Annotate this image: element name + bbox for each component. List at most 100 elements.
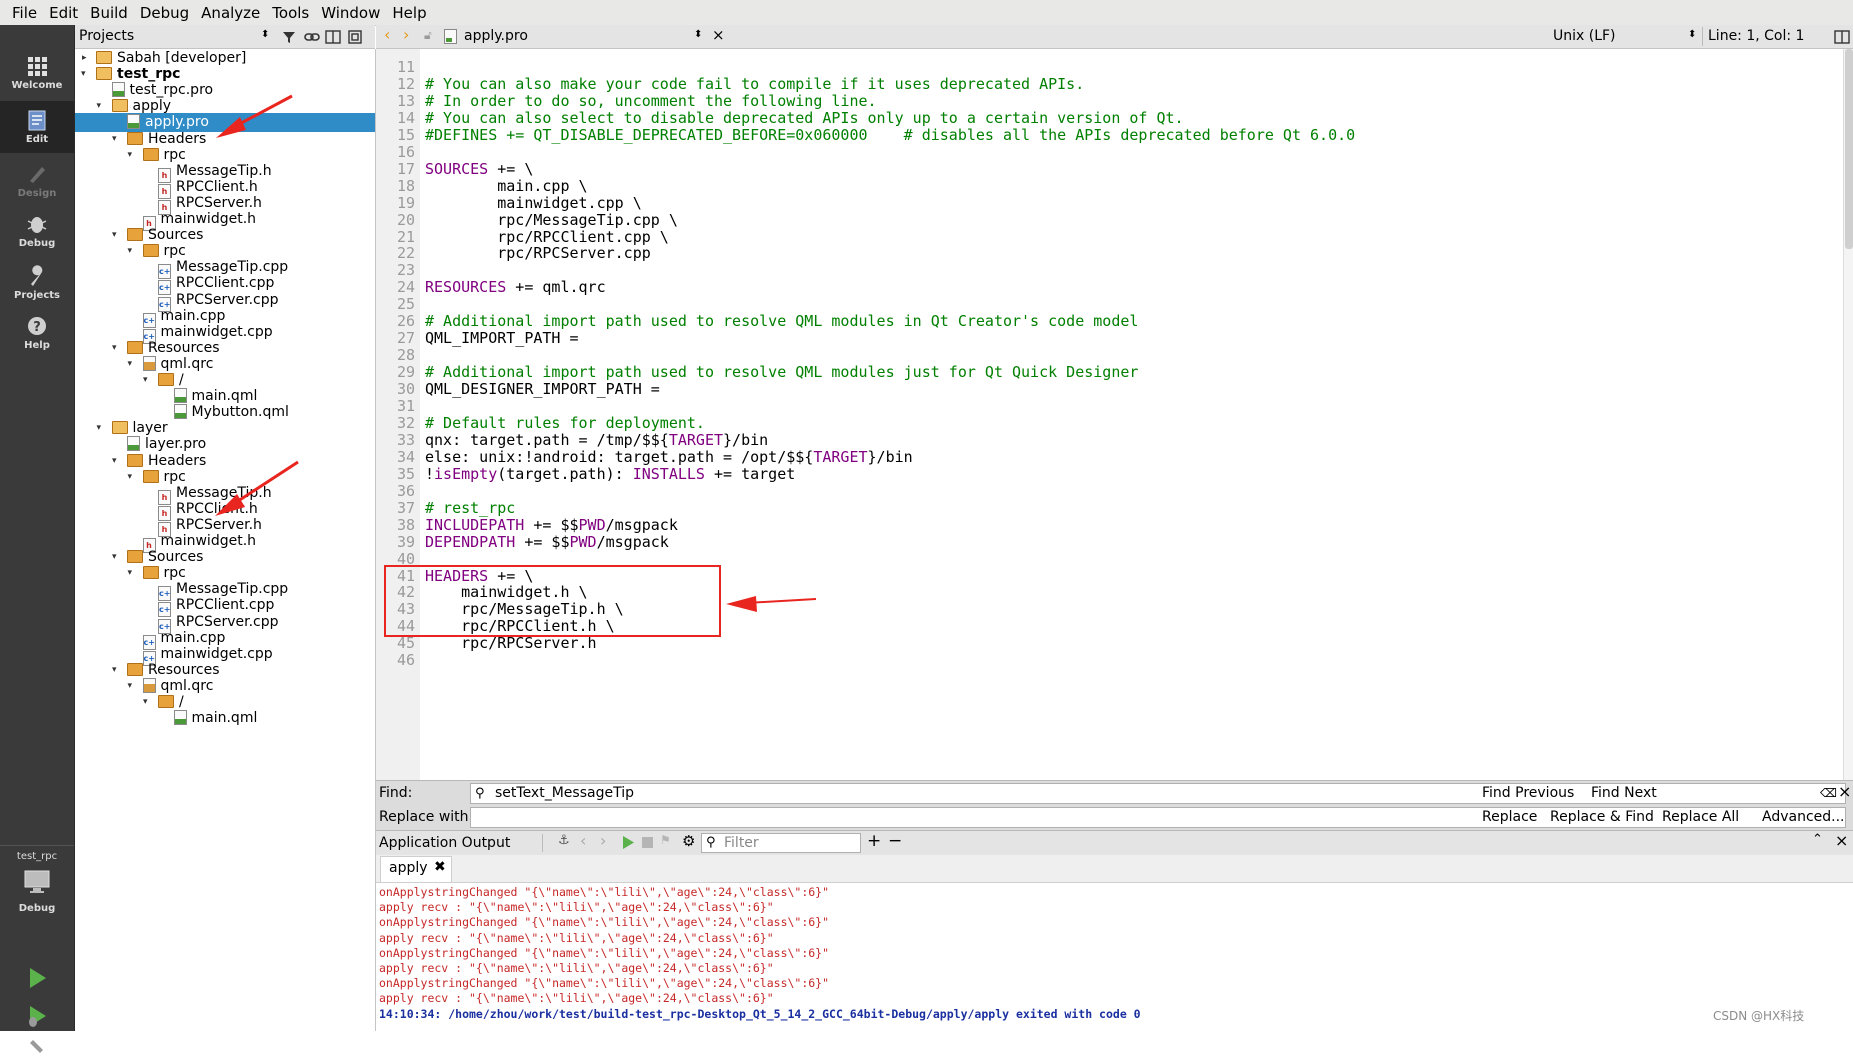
- find-next-button[interactable]: Find Next: [1591, 783, 1657, 803]
- folder-icon: [142, 469, 159, 483]
- menu-build[interactable]: Build: [84, 4, 134, 22]
- code-editor[interactable]: # You can also make your code fail to co…: [420, 49, 1845, 780]
- split-editor-icon[interactable]: [1834, 30, 1850, 44]
- clear-input-icon[interactable]: ⌫: [1820, 784, 1837, 803]
- tree-item-label: rpc: [163, 243, 186, 260]
- replace-and-find-button[interactable]: Replace & Find: [1550, 807, 1654, 827]
- debug-run-button[interactable]: [22, 1003, 52, 1029]
- output-tab-apply[interactable]: apply ✖: [380, 856, 452, 882]
- mode-design-label: Design: [17, 188, 57, 199]
- tree-item-label: MessageTip.cpp: [176, 581, 289, 598]
- output-filter-input[interactable]: ⚲ Filter: [701, 833, 861, 853]
- line-ending-chevron-icon[interactable]: ⬍: [1688, 29, 1696, 40]
- target-selector[interactable]: Debug: [0, 867, 74, 937]
- output-line: onApplystringChanged "{\"name\":\"lili\"…: [379, 945, 830, 960]
- run-icon: [30, 968, 46, 988]
- tree-item-label: apply: [132, 98, 172, 115]
- toolbar-divider: [1702, 27, 1703, 46]
- output-pane-title[interactable]: Application Output: [379, 833, 510, 853]
- pro-file-icon: [444, 29, 457, 44]
- back-arrow-icon[interactable]: ‹: [384, 25, 390, 44]
- editor-scrollbar[interactable]: [1843, 49, 1853, 780]
- code-line: #DEFINES += QT_DISABLE_DEPRECATED_BEFORE…: [425, 125, 1356, 144]
- link-icon[interactable]: [304, 30, 320, 44]
- file-list-chevron-icon[interactable]: ⬍: [694, 29, 702, 40]
- run-button[interactable]: [22, 965, 52, 991]
- tree-item-label: RPCClient.h: [176, 500, 258, 517]
- menu-debug[interactable]: Debug: [134, 4, 195, 22]
- output-exit-line: 14:10:34: /home/zhou/work/test/build-tes…: [379, 1006, 1141, 1021]
- attach-icon[interactable]: ⚓︎: [558, 833, 570, 848]
- menu-analyze[interactable]: Analyze: [195, 4, 266, 22]
- toolbar-divider: [542, 834, 543, 852]
- highlight-box-annotation: [384, 565, 721, 637]
- attach-debugger-icon[interactable]: ⚑: [660, 833, 671, 847]
- code-line: DEPENDPATH += $$PWD/msgpack: [425, 532, 669, 551]
- rerun-icon[interactable]: [621, 835, 635, 850]
- zoom-out-icon[interactable]: −: [888, 831, 902, 851]
- chevron-updown-icon[interactable]: ⬍: [261, 29, 269, 40]
- stop-icon[interactable]: [642, 837, 653, 848]
- menu-edit[interactable]: Edit: [43, 4, 84, 22]
- close-split-icon[interactable]: [347, 30, 363, 44]
- menu-window[interactable]: Window: [315, 4, 386, 22]
- scrollbar-handle[interactable]: [1845, 49, 1853, 249]
- tree-item-label: main.cpp: [160, 307, 226, 324]
- find-previous-button[interactable]: Find Previous: [1482, 783, 1574, 803]
- menu-file[interactable]: File: [0, 4, 43, 22]
- mode-design[interactable]: Design: [0, 155, 74, 207]
- mode-debug[interactable]: Debug: [0, 205, 74, 257]
- split-icon[interactable]: [325, 30, 341, 44]
- tree-item-label: mainwidget.h: [160, 211, 257, 227]
- close-find-icon[interactable]: ×: [1838, 782, 1851, 802]
- output-pane-header: Application Output ⚓︎ ‹ › ⚑ ⚙ ⚲ Filter +…: [376, 830, 1853, 856]
- cursor-position[interactable]: Line: 1, Col: 1: [1708, 28, 1804, 44]
- filter-icon[interactable]: [282, 30, 296, 44]
- next-item-icon[interactable]: ›: [600, 831, 606, 850]
- tree-item-label: RPCClient.h: [176, 178, 258, 195]
- replace-button[interactable]: Replace: [1482, 807, 1537, 827]
- mode-welcome[interactable]: Welcome: [0, 47, 74, 99]
- gear-icon[interactable]: ⚙: [682, 832, 695, 850]
- mode-edit[interactable]: Edit: [0, 101, 74, 153]
- pencil-icon: [30, 167, 45, 183]
- open-file-tab[interactable]: apply.pro: [464, 28, 528, 44]
- tree-item-label: Headers: [148, 130, 207, 147]
- previous-item-icon[interactable]: ‹: [580, 831, 586, 850]
- tree-item-label: mainwidget.h: [160, 533, 257, 549]
- menu-help[interactable]: Help: [386, 4, 432, 22]
- mode-selector: Welcome Edit Design Debug Projects ? Hel…: [0, 25, 75, 1053]
- menu-tools[interactable]: Tools: [266, 4, 315, 22]
- close-tab-icon[interactable]: ✖: [434, 859, 446, 875]
- output-line: onApplystringChanged "{\"name\":\"lili\"…: [379, 885, 830, 899]
- help-icon: ?: [28, 317, 46, 335]
- tree-item-label: mainwidget.cpp: [160, 323, 273, 340]
- close-pane-icon[interactable]: ×: [1835, 831, 1848, 850]
- tree-item[interactable]: main.qml: [75, 709, 375, 728]
- build-button[interactable]: [22, 1039, 52, 1056]
- tree-item-label: rpc: [163, 146, 186, 163]
- folder-icon: [127, 131, 143, 145]
- tree-item-label: /: [179, 372, 184, 388]
- line-ending-selector[interactable]: Unix (LF): [1553, 28, 1616, 44]
- qml-file-icon: [173, 404, 187, 420]
- mode-projects[interactable]: Projects: [0, 257, 74, 309]
- mode-help[interactable]: ? Help: [0, 307, 74, 359]
- close-file-icon[interactable]: ×: [712, 26, 725, 44]
- qml-file-icon: [173, 388, 187, 404]
- folder-icon: [127, 662, 143, 676]
- tree-item-label: test_rpc: [117, 66, 181, 83]
- folder-icon: [127, 453, 143, 467]
- output-tabs: apply ✖: [376, 855, 1853, 883]
- tree-item-label: Resources: [148, 339, 220, 356]
- maximize-pane-icon[interactable]: ⌃: [1812, 832, 1823, 847]
- tree-item-label: Sabah [developer]: [117, 50, 247, 66]
- zoom-in-icon[interactable]: +: [867, 831, 881, 851]
- projects-pane-title[interactable]: Projects: [79, 28, 134, 44]
- advanced-button[interactable]: Advanced...: [1762, 807, 1845, 827]
- replace-all-button[interactable]: Replace All: [1662, 807, 1739, 827]
- search-icon: ⚲: [475, 786, 485, 801]
- forward-arrow-icon[interactable]: ›: [403, 25, 409, 44]
- pro-file-icon: [127, 114, 140, 130]
- application-output[interactable]: onApplystringChanged "{\"name\":\"lili\"…: [376, 883, 1853, 1031]
